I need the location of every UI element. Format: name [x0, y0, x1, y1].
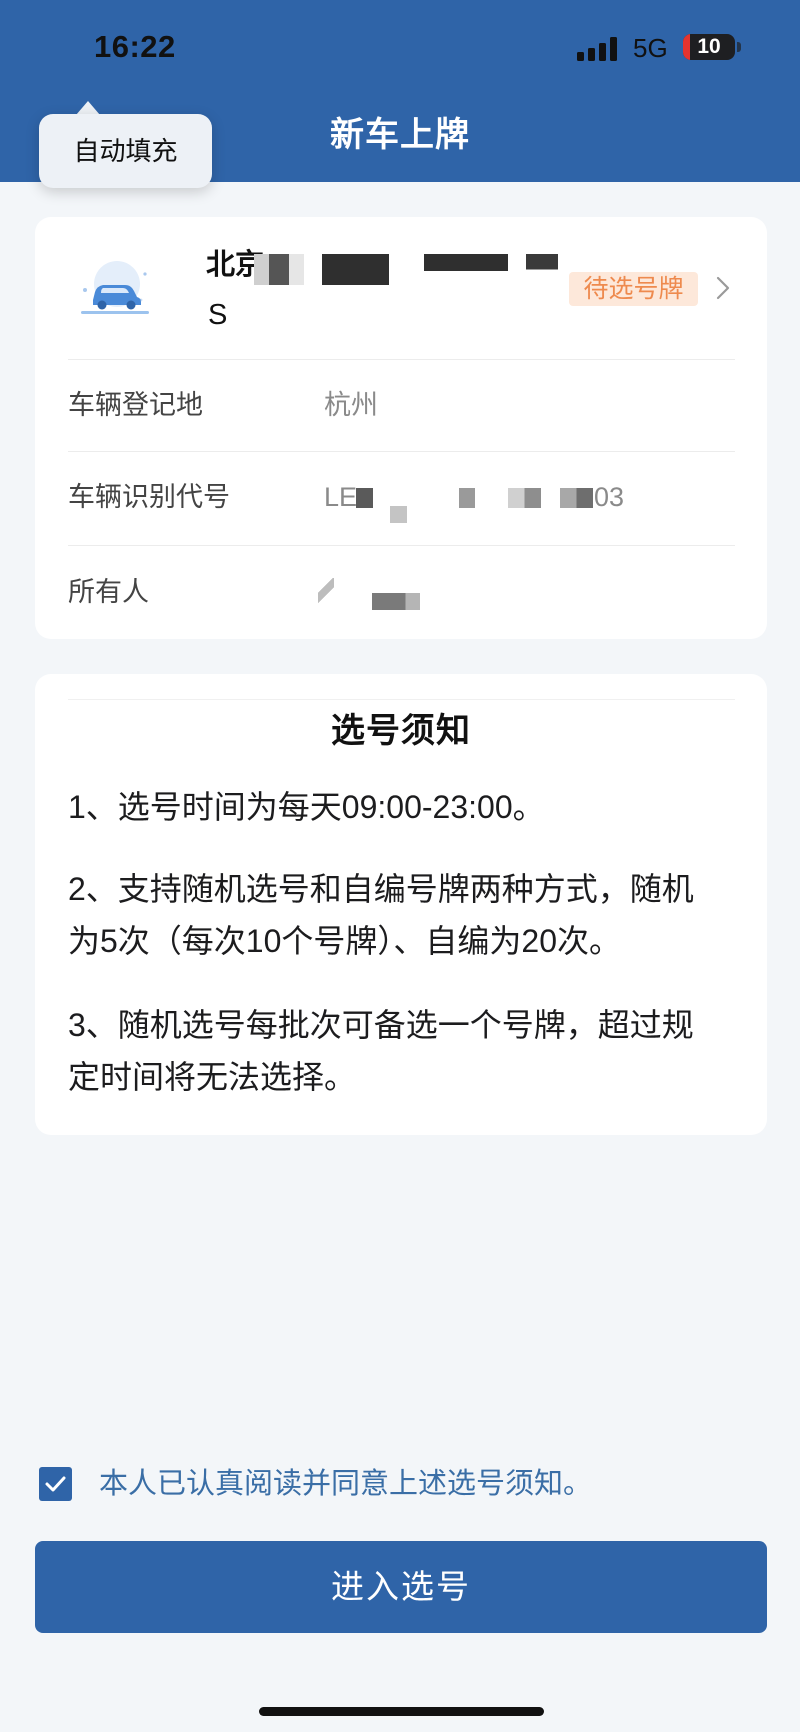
notice-item: 2、支持随机选号和自编号牌两种方式，随机 为5次（每次10个号牌）、自编为20次…	[68, 863, 694, 967]
owner-label: 所有人	[68, 577, 149, 607]
car-icon	[81, 261, 149, 314]
registration-place-value: 杭州	[324, 390, 378, 420]
status-badge: 待选号牌	[569, 272, 698, 306]
divider	[68, 359, 735, 360]
redaction-block	[318, 578, 334, 604]
vehicle-plate-row[interactable]: 北京 S 待选号牌	[35, 217, 767, 359]
divider	[68, 451, 735, 452]
notice-line: 2、支持随机选号和自编号牌两种方式，随机	[68, 871, 694, 907]
vin-label: 车辆识别代号	[68, 482, 230, 512]
redaction-block	[356, 488, 373, 508]
tooltip-pointer	[76, 101, 100, 115]
notice-line: 3、随机选号每批次可备选一个号牌，超过规	[68, 1007, 694, 1043]
redaction-block	[390, 506, 407, 523]
autofill-tooltip[interactable]: 自动填充	[39, 114, 212, 188]
vin-value-suffix: 03	[594, 482, 625, 512]
redaction-block	[424, 254, 508, 285]
redaction-block	[526, 254, 558, 285]
notice-item: 1、选号时间为每天09:00-23:00。	[68, 781, 545, 833]
signal-bars-icon	[577, 33, 621, 61]
status-time: 16:22	[94, 29, 176, 64]
notice-item: 3、随机选号每批次可备选一个号牌，超过规 定时间将无法选择。	[68, 999, 694, 1103]
notice-line: 为5次（每次10个号牌）、自编为20次。	[68, 923, 621, 959]
redaction-block	[560, 488, 593, 508]
network-type: 5G	[633, 33, 668, 63]
redaction-block	[372, 593, 420, 610]
redaction-block	[459, 488, 475, 508]
registration-place-label: 车辆登记地	[68, 390, 203, 420]
battery-icon: 10	[683, 34, 735, 60]
notice-card: 选号须知 1、选号时间为每天09:00-23:00。 2、支持随机选号和自编号牌…	[35, 674, 767, 1135]
chevron-right-icon	[716, 276, 730, 300]
agreement-text[interactable]: 本人已认真阅读并同意上述选号须知。	[99, 1466, 592, 1502]
vehicle-card: 北京 S 待选号牌 车辆登记地 杭州 车辆识别代号 LE 03 所有人	[35, 217, 767, 639]
divider	[68, 545, 735, 546]
vin-value-prefix: LE	[324, 482, 358, 512]
checkmark-icon	[45, 1476, 66, 1492]
battery-cap	[737, 42, 741, 52]
home-indicator[interactable]	[259, 1707, 544, 1716]
screen: 16:22 5G 10 新车上牌 自动填充 北京 S 待选号牌 车辆登记地 杭州…	[0, 0, 800, 1732]
redaction-block	[322, 254, 389, 285]
notice-line: 定时间将无法选择。	[68, 1059, 357, 1095]
battery-level: 10	[697, 35, 721, 58]
enter-selection-button[interactable]: 进入选号	[35, 1541, 767, 1633]
plate-number-line2: S	[208, 299, 228, 331]
divider	[68, 699, 735, 700]
agreement-checkbox[interactable]	[39, 1467, 72, 1501]
notice-title: 选号须知	[331, 712, 471, 750]
redaction-block	[508, 488, 541, 508]
notice-line: 1、选号时间为每天09:00-23:00。	[68, 789, 545, 825]
redaction-block	[254, 254, 304, 285]
